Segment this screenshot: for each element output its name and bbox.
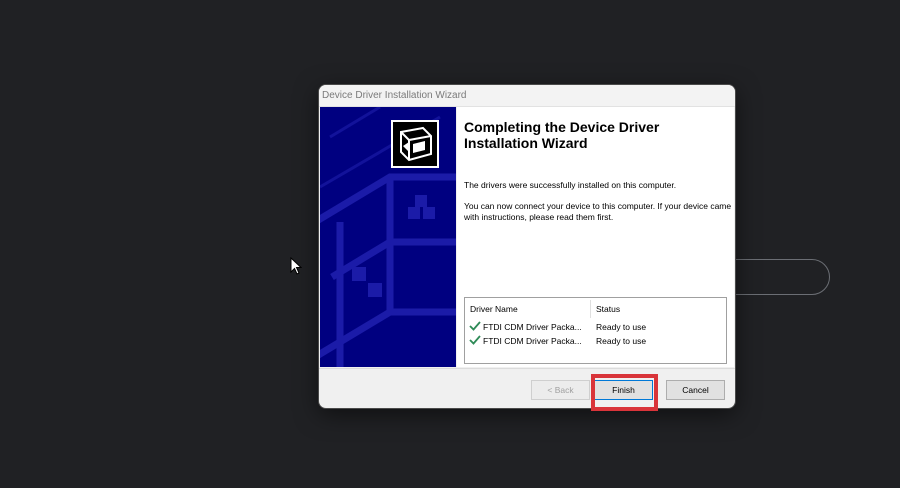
driver-name-cell: FTDI CDM Driver Packa...: [483, 336, 582, 346]
checkmark-icon: [469, 321, 481, 331]
success-message: The drivers were successfully installed …: [464, 180, 677, 190]
finish-button[interactable]: Finish: [594, 380, 653, 400]
table-row[interactable]: FTDI CDM Driver Packa... Ready to use: [465, 320, 725, 334]
driver-name-cell: FTDI CDM Driver Packa...: [483, 322, 582, 332]
back-button[interactable]: < Back: [531, 380, 590, 400]
driver-status-cell: Ready to use: [596, 336, 647, 346]
wizard-heading: Completing the Device Driver Installatio…: [464, 119, 660, 151]
cancel-button[interactable]: Cancel: [666, 380, 725, 400]
title-bar[interactable]: Device Driver Installation Wizard: [319, 85, 735, 107]
column-header-status[interactable]: Status: [596, 304, 620, 314]
checkmark-icon: [469, 335, 481, 345]
driver-status-cell: Ready to use: [596, 322, 647, 332]
wizard-banner: [320, 107, 456, 367]
column-header-driver-name[interactable]: Driver Name: [470, 304, 518, 314]
driver-status-table[interactable]: Driver Name Status FTDI CDM Driver Packa…: [464, 297, 727, 364]
column-divider: [590, 300, 591, 318]
window-title: Device Driver Installation Wizard: [322, 90, 467, 101]
wizard-content: Completing the Device Driver Installatio…: [457, 107, 734, 367]
connect-message: You can now connect your device to this …: [464, 201, 732, 222]
wizard-device-icon: [391, 120, 439, 168]
driver-wizard-dialog: Device Driver Installation Wizard Comple…: [319, 85, 735, 408]
mouse-pointer-icon: [290, 257, 302, 275]
button-separator: [319, 368, 735, 369]
table-row[interactable]: FTDI CDM Driver Packa... Ready to use: [465, 334, 725, 348]
